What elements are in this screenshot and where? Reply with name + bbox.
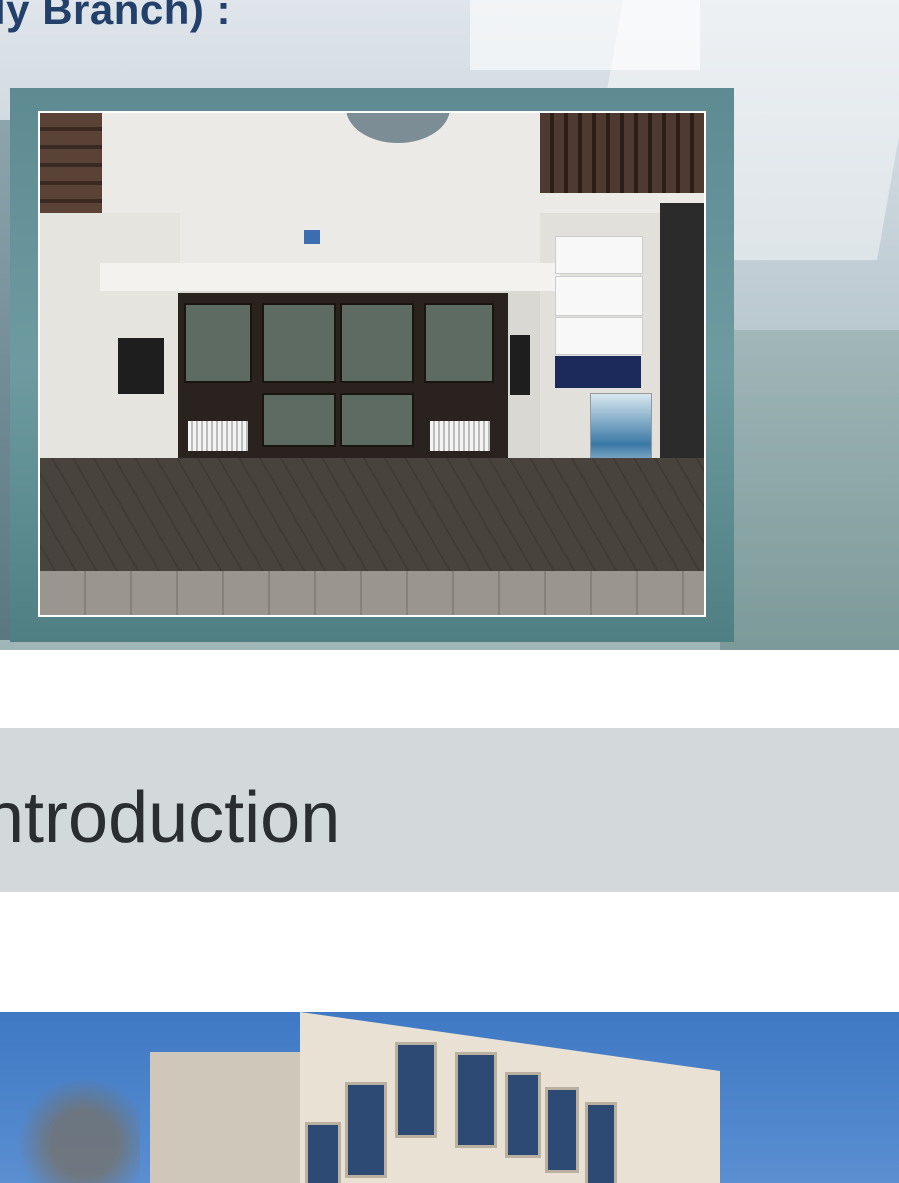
radiator [430, 421, 490, 451]
branch-heading: ly Branch) : [0, 0, 232, 33]
background-shape [470, 0, 700, 70]
building-window [505, 1072, 541, 1158]
company-sign [555, 356, 641, 388]
building-photo [0, 1012, 899, 1183]
building-window [585, 1102, 617, 1183]
sidewalk [40, 571, 704, 615]
background-shape [720, 330, 899, 650]
photo-frame [10, 88, 734, 642]
intercom-panel [510, 335, 530, 395]
hero-banner: ly Branch) : [0, 0, 899, 650]
door-pane [424, 303, 494, 383]
house-number-sign [304, 230, 320, 244]
section-title: ntroduction [0, 778, 341, 858]
door-pane [262, 303, 336, 383]
balcony-right [540, 113, 704, 193]
radiator [188, 421, 248, 451]
building-window [545, 1087, 579, 1173]
entrance-photo [38, 111, 706, 617]
mailbox-panel [118, 338, 164, 394]
building-window [345, 1082, 387, 1178]
info-sign [555, 317, 643, 355]
door-pane [340, 303, 414, 383]
door-pane [262, 393, 336, 447]
door-pane [340, 393, 414, 447]
glass-door-front [178, 293, 508, 463]
entrance-ceiling [100, 263, 560, 291]
building-window [395, 1042, 437, 1138]
balcony-left [40, 113, 102, 223]
altolaser-sign [555, 236, 643, 274]
physiotherapie-sign [555, 276, 643, 316]
door-pane [184, 303, 252, 383]
building-wing [150, 1052, 310, 1183]
tree-branches [0, 1072, 140, 1183]
building-window [455, 1052, 497, 1148]
building-window [305, 1122, 341, 1183]
